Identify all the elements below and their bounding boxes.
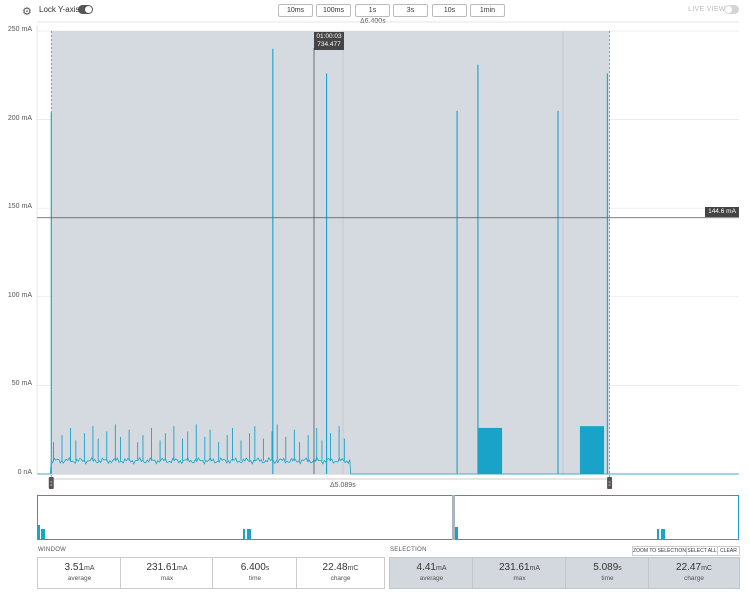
stat-value: 4.41 bbox=[416, 562, 436, 573]
selection-max-stat: 231.61mA max bbox=[472, 557, 567, 589]
selection-average-stat: 4.41mA average bbox=[389, 557, 474, 589]
minimap-mark bbox=[657, 529, 659, 539]
stat-unit: mC bbox=[701, 565, 712, 572]
selection-region bbox=[51, 31, 610, 474]
stat-label: max bbox=[513, 575, 526, 582]
cursor-value: 734.477 bbox=[317, 41, 341, 48]
stat-unit: mA bbox=[435, 565, 447, 572]
selection-handle bbox=[48, 477, 54, 489]
stat-value: 22.47 bbox=[676, 562, 702, 573]
main-current-chart[interactable] bbox=[0, 0, 750, 492]
selection-charge-stat: 22.47mC charge bbox=[648, 557, 740, 589]
stat-value: 231.61 bbox=[146, 562, 178, 573]
overview-minimap[interactable] bbox=[37, 495, 739, 540]
stat-value: 5.089 bbox=[593, 562, 619, 573]
selection-handle bbox=[607, 477, 613, 489]
minimap-mark bbox=[38, 525, 40, 539]
stat-value: 6.400 bbox=[240, 562, 266, 573]
stat-unit: s bbox=[618, 565, 622, 572]
stat-value: 231.61 bbox=[498, 562, 530, 573]
cursor-readout: 01:00:03 734.477 bbox=[314, 32, 344, 50]
window-max-stat: 231.61mA max bbox=[120, 557, 214, 589]
stat-label: average bbox=[67, 575, 92, 582]
zoom-to-selection-button[interactable]: ZOOM TO SELECTION bbox=[632, 546, 687, 556]
burst-block bbox=[477, 427, 503, 474]
selection-delta-label: Δ5.089s bbox=[330, 482, 356, 489]
cursor-time: 01:00:03 bbox=[316, 33, 342, 40]
selection-panel-title: SELECTION bbox=[390, 547, 427, 553]
stat-unit: s bbox=[265, 565, 270, 572]
stat-label: average bbox=[419, 575, 444, 582]
stat-unit: mA bbox=[83, 565, 95, 572]
stat-label: max bbox=[160, 575, 174, 582]
minimap-mark bbox=[661, 529, 665, 539]
level-marker-label[interactable]: 144.6 mA bbox=[705, 207, 739, 217]
stat-unit: mC bbox=[347, 565, 359, 572]
stat-value: 3.51 bbox=[64, 562, 84, 573]
stat-unit: mA bbox=[177, 565, 188, 572]
burst-block bbox=[579, 426, 605, 474]
stat-value: 22.48 bbox=[322, 562, 348, 573]
stat-unit: mA bbox=[529, 565, 541, 572]
selection-time-stat: 5.089s time bbox=[565, 557, 650, 589]
stat-label: time bbox=[601, 575, 614, 582]
minimap-mark bbox=[247, 529, 251, 539]
select-all-button[interactable]: SELECT ALL bbox=[686, 546, 718, 556]
stat-label: time bbox=[248, 575, 262, 582]
minimap-window-indicator bbox=[452, 495, 455, 540]
window-panel-title: WINDOW bbox=[38, 547, 67, 553]
stat-label: charge bbox=[684, 575, 704, 582]
minimap-mark bbox=[41, 529, 45, 539]
clear-selection-button[interactable]: CLEAR bbox=[717, 546, 740, 556]
window-time-stat: 6.400s time bbox=[212, 557, 298, 589]
minimap-mark bbox=[243, 529, 245, 539]
stat-label: charge bbox=[330, 575, 351, 582]
window-charge-stat: 22.48mC charge bbox=[296, 557, 385, 589]
window-average-stat: 3.51mA average bbox=[37, 557, 122, 589]
